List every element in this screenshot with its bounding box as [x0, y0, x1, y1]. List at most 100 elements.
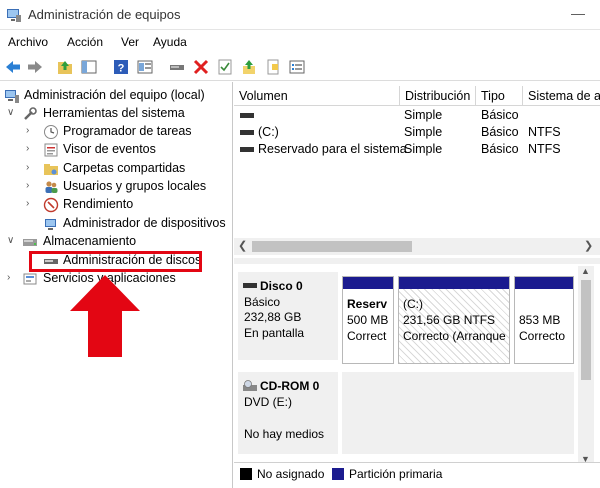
scrollbar-thumb[interactable]	[581, 280, 591, 380]
menu-accion[interactable]: Acción	[67, 35, 103, 49]
partition-status: Correcto	[519, 329, 566, 343]
tree-item-local-users-groups[interactable]: › Usuarios y grupos locales	[0, 178, 233, 196]
column-header-filesystem[interactable]: Sistema de a	[523, 86, 600, 106]
event-viewer-icon	[44, 143, 58, 157]
disk-name: CD-ROM 0	[260, 379, 320, 393]
partition-name: (C:)	[403, 297, 423, 311]
scroll-left-icon[interactable]: ❮	[238, 239, 247, 252]
properties-icon[interactable]	[136, 58, 154, 76]
up-folder-icon[interactable]	[56, 58, 74, 76]
disk-icon	[243, 283, 257, 288]
cell-layout: Simple	[404, 125, 443, 139]
legend-label: Partición primaria	[349, 467, 443, 481]
disk-map: Disco 0 Básico 232,88 GB En pantalla Res…	[234, 264, 600, 488]
drive-icon	[240, 147, 254, 152]
partition-name: Reserv	[347, 297, 388, 311]
disk-name: Disco 0	[260, 279, 303, 293]
device-manager-icon	[45, 219, 56, 230]
partition-size: 853 MB	[519, 313, 561, 327]
menu-bar: Archivo Acción Ver Ayuda	[0, 31, 600, 53]
tree-item-performance[interactable]: › Rendimiento	[0, 196, 233, 214]
list-icon[interactable]	[288, 58, 306, 76]
vertical-scrollbar[interactable]: ▲ ▼	[578, 266, 594, 466]
disk-status: En pantalla	[244, 326, 305, 340]
chevron-down-icon[interactable]: ∨	[7, 107, 17, 118]
red-arrow-up-icon	[70, 275, 140, 357]
export-icon[interactable]	[240, 58, 258, 76]
tree-item-task-scheduler[interactable]: › Programador de tareas	[0, 123, 233, 141]
connect-icon[interactable]	[168, 58, 186, 76]
scroll-right-icon[interactable]: ❯	[584, 239, 593, 252]
tree-root[interactable]: Administración del equipo (local)	[0, 87, 233, 105]
disk-media: No hay medios	[244, 427, 325, 441]
cell-type: Básico	[481, 125, 519, 139]
cell-volume: (C:)	[258, 125, 279, 139]
tree-item-shared-folders[interactable]: › Carpetas compartidas	[0, 160, 233, 178]
minimize-button[interactable]: —	[558, 4, 598, 26]
cell-layout: Simple	[404, 142, 443, 156]
chevron-right-icon[interactable]: ›	[26, 125, 36, 136]
forward-icon[interactable]	[26, 58, 44, 76]
cell-type: Básico	[481, 142, 519, 156]
tree-item-label: Herramientas del sistema	[43, 106, 185, 120]
table-row[interactable]: (C:) Simple Básico NTFS	[234, 124, 600, 141]
partition-recovery[interactable]: 853 MB Correcto	[514, 276, 574, 364]
partition-c[interactable]: (C:) 231,56 GB NTFS Correcto (Arranque	[398, 276, 510, 364]
menu-ver[interactable]: Ver	[121, 35, 139, 49]
shared-folder-icon	[44, 164, 58, 175]
legend-label: No asignado	[257, 467, 325, 481]
chevron-right-icon[interactable]: ›	[26, 162, 36, 173]
column-header-layout[interactable]: Distribución	[400, 86, 476, 106]
clock-icon	[44, 125, 58, 139]
tree-item-system-tools[interactable]: ∨ Herramientas del sistema	[0, 105, 233, 123]
partition-bar	[343, 277, 393, 289]
highlight-box	[29, 251, 202, 272]
chevron-right-icon[interactable]: ›	[7, 272, 17, 283]
cell-filesystem: NTFS	[528, 142, 561, 156]
disk-size: 232,88 GB	[244, 310, 302, 324]
primary-partition-swatch	[332, 468, 344, 480]
table-row[interactable]: Reservado para el sistema Simple Básico …	[234, 141, 600, 158]
table-row[interactable]: Simple Básico	[234, 107, 600, 124]
svg-text:?: ?	[118, 63, 125, 75]
column-header-volume[interactable]: Volumen	[234, 86, 400, 106]
tree-item-label: Visor de eventos	[63, 142, 156, 156]
cell-volume: Reservado para el sistema	[258, 142, 407, 156]
storage-icon	[23, 239, 37, 246]
chevron-right-icon[interactable]: ›	[26, 198, 36, 209]
chevron-right-icon[interactable]: ›	[26, 143, 36, 154]
disk-info-disk0[interactable]: Disco 0 Básico 232,88 GB En pantalla	[238, 272, 338, 360]
delete-icon[interactable]	[192, 58, 210, 76]
tree-item-label: Administrador de dispositivos	[63, 216, 226, 230]
menu-archivo[interactable]: Archivo	[8, 35, 48, 49]
tree-item-device-manager[interactable]: Administrador de dispositivos	[0, 215, 233, 233]
scrollbar-thumb[interactable]	[252, 241, 412, 252]
help-icon[interactable]: ?	[112, 58, 130, 76]
chevron-down-icon[interactable]: ∨	[7, 235, 17, 246]
scroll-up-icon[interactable]: ▲	[581, 266, 590, 276]
drive-icon	[240, 130, 254, 135]
cdrom-area	[342, 372, 574, 454]
partition-bar	[515, 277, 573, 289]
chevron-right-icon[interactable]: ›	[26, 180, 36, 191]
check-icon[interactable]	[216, 58, 234, 76]
toolbar: ?	[0, 54, 600, 81]
disk-type: Básico	[244, 295, 281, 309]
disk-type: DVD (E:)	[244, 395, 292, 409]
disk-info-cdrom0[interactable]: CD-ROM 0 DVD (E:) No hay medios	[238, 372, 338, 454]
partition-bar	[399, 277, 509, 289]
show-hide-tree-icon[interactable]	[80, 58, 98, 76]
partition-reserved[interactable]: Reserv 500 MB Correct	[342, 276, 394, 364]
back-icon[interactable]	[4, 58, 22, 76]
refresh-icon[interactable]	[264, 58, 282, 76]
users-icon	[45, 181, 58, 193]
tree-item-storage[interactable]: ∨ Almacenamiento	[0, 233, 233, 251]
partition-status: Correcto (Arranque	[403, 329, 506, 343]
horizontal-scrollbar[interactable]: ❮ ❯	[234, 238, 600, 255]
menu-ayuda[interactable]: Ayuda	[153, 35, 187, 49]
computer-management-icon	[7, 9, 21, 22]
column-header-type[interactable]: Tipo	[476, 86, 523, 106]
tree-item-event-viewer[interactable]: › Visor de eventos	[0, 141, 233, 159]
volume-list: Volumen Distribución Tipo Sistema de a S…	[234, 82, 600, 260]
legend: No asignado Partición primaria	[234, 462, 600, 486]
